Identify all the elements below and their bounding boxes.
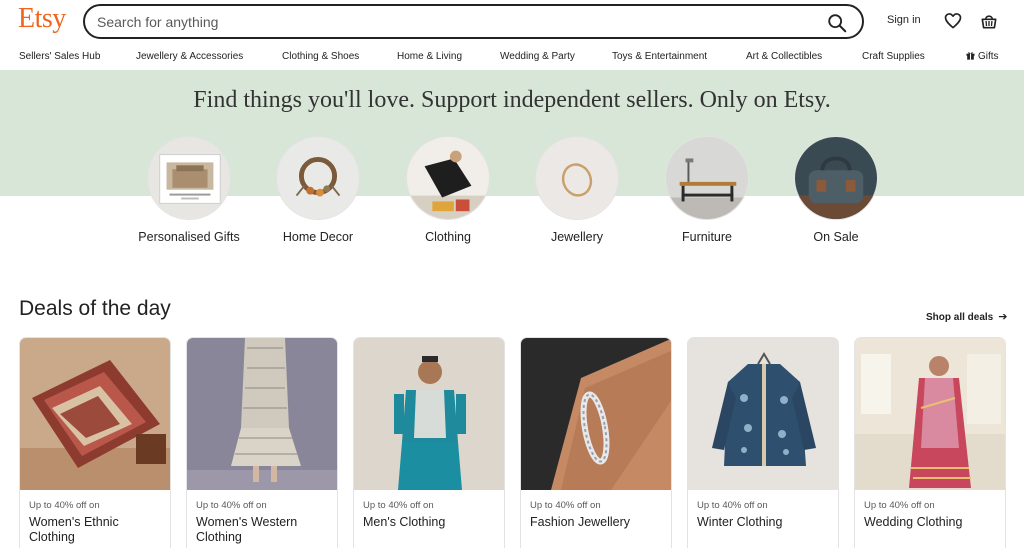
nav-item-art-collectibles[interactable]: Art & Collectibles bbox=[746, 51, 822, 62]
deal-card-image bbox=[688, 338, 838, 490]
category-label: Furniture bbox=[681, 230, 733, 244]
deal-card-title: Women's Western Clothing bbox=[196, 515, 298, 544]
nav-item-toys-entertainment[interactable]: Toys & Entertainment bbox=[612, 51, 707, 62]
deals-title: Deals of the day bbox=[19, 297, 171, 320]
category-furniture[interactable]: Furniture bbox=[652, 136, 762, 245]
category-clothing[interactable]: Clothing bbox=[393, 136, 503, 245]
arrow-right-icon: ➔ bbox=[998, 311, 1008, 323]
deal-card-title: Women's Ethnic Clothing bbox=[29, 515, 119, 544]
category-label: Jewellery bbox=[550, 230, 604, 244]
category-jewellery[interactable]: Jewellery bbox=[522, 136, 632, 245]
deal-card-image bbox=[187, 338, 337, 490]
deal-card-subtitle: Up to 40% off on bbox=[864, 500, 935, 511]
shop-all-deals-link[interactable]: Shop all deals ➔ bbox=[926, 310, 1007, 323]
nav-item-wedding-party[interactable]: Wedding & Party bbox=[500, 51, 575, 62]
category-image bbox=[794, 136, 878, 220]
category-home-decor[interactable]: Home Decor bbox=[263, 136, 373, 245]
deal-card-mens-clothing[interactable]: Up to 40% off on Men's Clothing bbox=[353, 337, 505, 548]
nav-item-craft-supplies[interactable]: Craft Supplies bbox=[862, 51, 925, 62]
category-personalised-gifts[interactable]: Personalised Gifts bbox=[134, 136, 244, 245]
deal-card-wedding-clothing[interactable]: Up to 40% off on Wedding Clothing bbox=[854, 337, 1006, 548]
etsy-logo[interactable]: Etsy bbox=[18, 3, 66, 35]
nav-item-home-living[interactable]: Home & Living bbox=[397, 51, 462, 62]
deal-card-title: Men's Clothing bbox=[363, 515, 446, 529]
deal-card-image bbox=[521, 338, 671, 490]
category-image bbox=[406, 136, 490, 220]
deal-card-image bbox=[20, 338, 170, 490]
search-bar bbox=[83, 4, 864, 39]
category-label: Home Decor bbox=[282, 230, 354, 244]
gift-icon bbox=[966, 51, 975, 60]
deal-card-subtitle: Up to 40% off on bbox=[363, 500, 434, 511]
deal-card-winter-clothing[interactable]: Up to 40% off on Winter Clothing bbox=[687, 337, 839, 548]
deal-card-subtitle: Up to 40% off on bbox=[697, 500, 768, 511]
sign-in-link[interactable]: Sign in bbox=[887, 14, 921, 26]
search-icon[interactable] bbox=[826, 12, 848, 34]
deal-card-title: Wedding Clothing bbox=[864, 515, 963, 529]
site-header: Etsy Sign in bbox=[0, 0, 1024, 42]
category-on-sale[interactable]: On Sale bbox=[781, 136, 891, 245]
category-image bbox=[665, 136, 749, 220]
deal-card-image bbox=[855, 338, 1005, 490]
heart-icon[interactable] bbox=[943, 11, 963, 31]
category-image bbox=[276, 136, 360, 220]
nav-item-clothing-shoes[interactable]: Clothing & Shoes bbox=[282, 51, 359, 62]
shop-all-deals-label: Shop all deals bbox=[926, 312, 994, 323]
nav-item-gifts[interactable]: Gifts bbox=[966, 51, 999, 62]
category-label: Clothing bbox=[425, 230, 471, 244]
deal-card-fashion-jewellery[interactable]: Up to 40% off on Fashion Jewellery bbox=[520, 337, 672, 548]
category-image bbox=[535, 136, 619, 220]
category-label: Personalised Gifts bbox=[138, 230, 240, 244]
nav-item-gifts-label: Gifts bbox=[978, 51, 999, 62]
deal-card-womens-western-clothing[interactable]: Up to 40% off on Women's Western Clothin… bbox=[186, 337, 338, 548]
category-image bbox=[147, 136, 231, 220]
hero-title: Find things you'll love. Support indepen… bbox=[193, 87, 831, 113]
deal-card-title: Fashion Jewellery bbox=[530, 515, 631, 529]
search-input[interactable] bbox=[97, 13, 797, 31]
deal-card-image bbox=[354, 338, 504, 490]
deal-card-subtitle: Up to 40% off on bbox=[530, 500, 601, 511]
category-label: On Sale bbox=[813, 230, 859, 244]
nav-item-sellers-sales-hub[interactable]: Sellers' Sales Hub bbox=[19, 51, 100, 62]
basket-icon[interactable] bbox=[979, 11, 999, 31]
nav-item-jewellery-accessories[interactable]: Jewellery & Accessories bbox=[136, 51, 243, 62]
deal-card-subtitle: Up to 40% off on bbox=[29, 500, 100, 511]
deal-card-title: Winter Clothing bbox=[697, 515, 783, 529]
deal-card-subtitle: Up to 40% off on bbox=[196, 500, 267, 511]
deal-card-womens-ethnic-clothing[interactable]: Up to 40% off on Women's Ethnic Clothing bbox=[19, 337, 171, 548]
category-nav: Sellers' Sales Hub Jewellery & Accessori… bbox=[0, 48, 1024, 70]
